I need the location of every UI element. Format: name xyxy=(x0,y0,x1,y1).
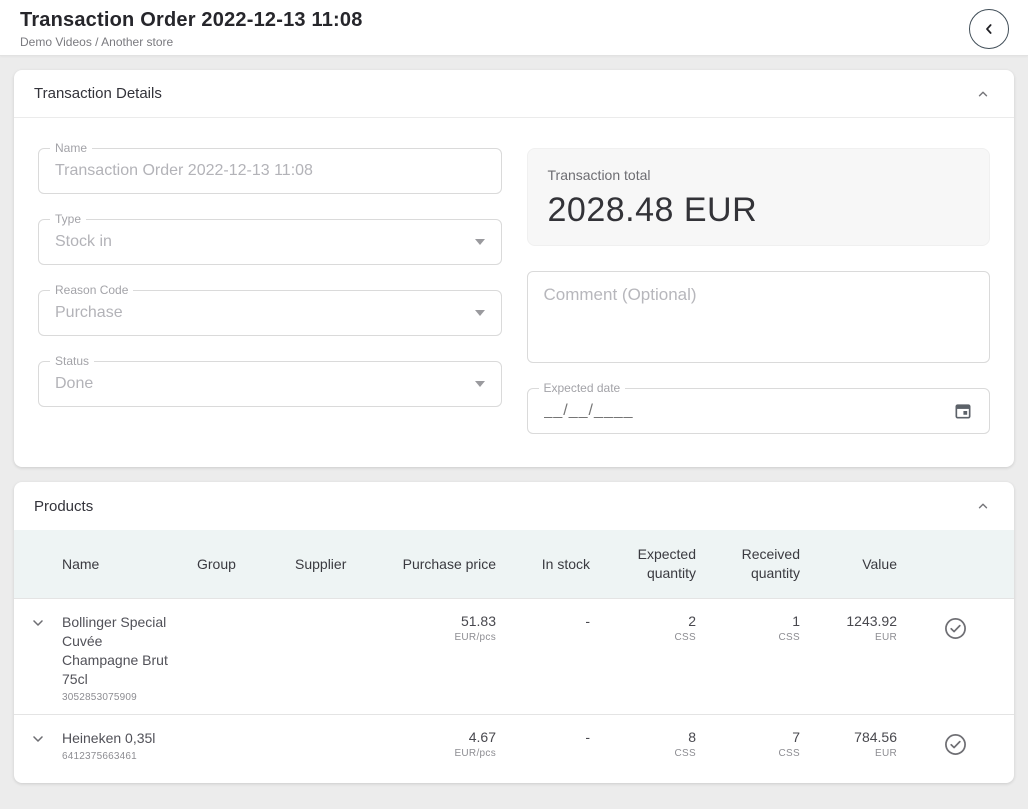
dropdown-caret-icon xyxy=(475,239,485,245)
in-stock-value: - xyxy=(496,729,590,746)
transaction-total-box: Transaction total 2028.48 EUR xyxy=(527,148,991,246)
row-value: 1243.92 xyxy=(800,613,897,630)
products-header: Products xyxy=(14,482,1014,530)
transaction-details-header: Transaction Details xyxy=(14,70,1014,118)
products-table: Name Group Supplier Purchase price In st… xyxy=(14,530,1014,783)
expected-date-field[interactable]: Expected date xyxy=(527,388,991,434)
type-select-value: Stock in xyxy=(55,233,467,251)
products-table-header-row: Name Group Supplier Purchase price In st… xyxy=(14,530,1014,598)
transaction-total-label: Transaction total xyxy=(548,167,970,183)
top-bar: Transaction Order 2022-12-13 11:08 Demo … xyxy=(0,0,1028,56)
status-cell xyxy=(897,729,1014,756)
products-title: Products xyxy=(34,498,93,515)
row-value-unit: EUR xyxy=(800,748,897,759)
type-select-label: Type xyxy=(50,212,86,226)
chevron-down-icon xyxy=(30,731,46,747)
in-stock-value: - xyxy=(496,613,590,630)
comment-textarea[interactable] xyxy=(527,271,991,363)
page-title: Transaction Order 2022-12-13 11:08 xyxy=(20,9,1008,32)
expected-date-input[interactable] xyxy=(544,402,954,420)
type-select[interactable]: Type Stock in xyxy=(38,219,502,265)
row-status-button[interactable] xyxy=(944,733,967,756)
expected-quantity-unit: CSS xyxy=(590,632,696,643)
chevron-up-icon xyxy=(976,87,990,101)
column-header-in-stock: In stock xyxy=(496,555,590,574)
calendar-icon xyxy=(953,401,973,421)
dropdown-caret-icon xyxy=(475,310,485,316)
row-value: 784.56 xyxy=(800,729,897,746)
status-cell xyxy=(897,613,1014,640)
chevron-up-icon xyxy=(976,499,990,513)
chevron-down-icon xyxy=(30,615,46,631)
expected-quantity-unit: CSS xyxy=(590,748,696,759)
received-quantity-unit: CSS xyxy=(696,632,800,643)
row-expand-button[interactable] xyxy=(30,731,46,747)
transaction-details-card: Transaction Details Name Type Stock in xyxy=(14,70,1014,467)
column-header-name: Name xyxy=(62,555,197,574)
column-header-purchase-price: Purchase price xyxy=(400,555,496,574)
product-barcode: 3052853075909 xyxy=(62,692,197,703)
chevron-left-icon xyxy=(981,21,997,37)
check-circle-icon xyxy=(944,617,967,640)
name-input[interactable] xyxy=(55,162,485,180)
column-header-expected-quantity: Expected quantity xyxy=(590,545,696,583)
purchase-price-value: 51.83 xyxy=(400,613,496,630)
row-expand-button[interactable] xyxy=(30,615,46,631)
received-quantity-unit: CSS xyxy=(696,748,800,759)
column-header-group: Group xyxy=(197,555,295,574)
main-content: Transaction Details Name Type Stock in xyxy=(0,56,1028,797)
form-right-column: Transaction total 2028.48 EUR Expected d… xyxy=(527,148,991,434)
form-left-column: Name Type Stock in Reason Code Purchase … xyxy=(38,148,502,434)
products-card: Products Name Group Supplier Purchase pr… xyxy=(14,482,1014,783)
transaction-details-form: Name Type Stock in Reason Code Purchase … xyxy=(14,118,1014,467)
column-header-supplier: Supplier xyxy=(295,555,400,574)
expand-cell xyxy=(14,613,62,631)
status-select-label: Status xyxy=(50,354,94,368)
reason-code-select-label: Reason Code xyxy=(50,283,133,297)
row-status-button[interactable] xyxy=(944,617,967,640)
back-button[interactable] xyxy=(969,9,1009,49)
reason-code-select[interactable]: Reason Code Purchase xyxy=(38,290,502,336)
transaction-details-collapse-button[interactable] xyxy=(972,83,994,105)
transaction-details-title: Transaction Details xyxy=(34,85,162,102)
dropdown-caret-icon xyxy=(475,381,485,387)
product-name: Heineken 0,35l xyxy=(62,729,176,748)
products-collapse-button[interactable] xyxy=(972,495,994,517)
check-circle-icon xyxy=(944,733,967,756)
name-field-label: Name xyxy=(50,141,92,155)
purchase-price-unit: EUR/pcs xyxy=(400,632,496,643)
purchase-price-unit: EUR/pcs xyxy=(400,748,496,759)
table-row: Heineken 0,35l 6412375663461 4.67 EUR/pc… xyxy=(14,714,1014,783)
status-select-value: Done xyxy=(55,375,467,393)
breadcrumb: Demo Videos / Another store xyxy=(20,35,1008,49)
product-name: Bollinger Special Cuvée Champagne Brut 7… xyxy=(62,613,176,689)
transaction-total-value: 2028.48 EUR xyxy=(548,191,970,230)
expected-quantity-value: 2 xyxy=(590,613,696,630)
row-value-unit: EUR xyxy=(800,632,897,643)
product-barcode: 6412375663461 xyxy=(62,751,197,762)
expected-date-label: Expected date xyxy=(539,381,626,395)
expand-cell xyxy=(14,729,62,747)
name-field[interactable]: Name xyxy=(38,148,502,194)
expected-quantity-value: 8 xyxy=(590,729,696,746)
calendar-picker-button[interactable] xyxy=(953,401,973,421)
status-select[interactable]: Status Done xyxy=(38,361,502,407)
column-header-received-quantity: Received quantity xyxy=(696,545,800,583)
received-quantity-value: 7 xyxy=(696,729,800,746)
table-row: Bollinger Special Cuvée Champagne Brut 7… xyxy=(14,598,1014,714)
received-quantity-value: 1 xyxy=(696,613,800,630)
column-header-value: Value xyxy=(800,555,897,574)
reason-code-select-value: Purchase xyxy=(55,304,467,322)
purchase-price-value: 4.67 xyxy=(400,729,496,746)
